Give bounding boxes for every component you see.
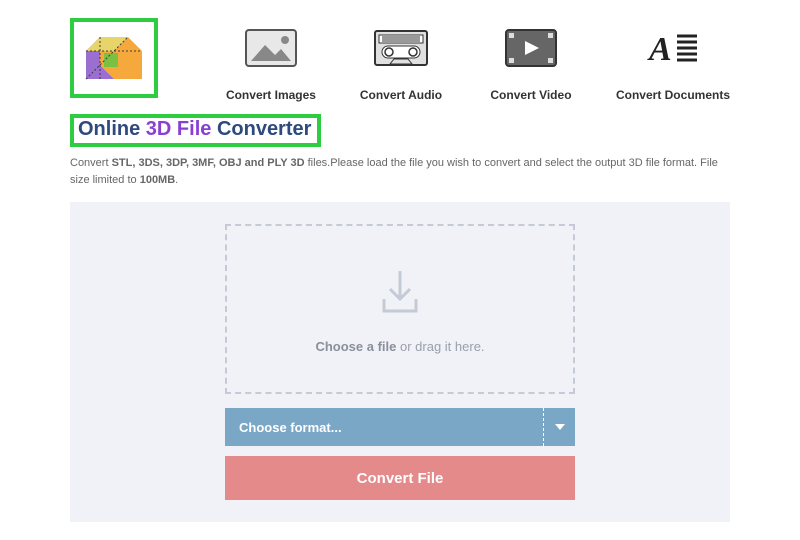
chevron-down-icon — [543, 408, 575, 446]
dropzone-text: Choose a file or drag it here. — [315, 339, 484, 354]
title-part1: Online — [78, 118, 140, 140]
nav-convert-audio[interactable]: Convert Audio — [356, 28, 446, 102]
nav-convert-video[interactable]: Convert Video — [486, 28, 576, 102]
document-icon: A — [647, 28, 699, 68]
video-icon — [505, 28, 557, 68]
page-title-box: Online 3D File Converter — [70, 114, 321, 147]
logo-3d[interactable] — [70, 18, 158, 98]
nav-label: Convert Images — [226, 88, 316, 102]
converter-panel: Choose a file or drag it here. Choose fo… — [70, 202, 730, 522]
title-part3: Converter — [217, 118, 311, 140]
cassette-icon — [374, 28, 428, 68]
format-select[interactable]: Choose format... — [225, 408, 575, 446]
image-icon — [245, 28, 297, 68]
description-text: Convert STL, 3DS, 3DP, 3MF, OBJ and PLY … — [0, 151, 800, 196]
convert-button[interactable]: Convert File — [225, 456, 575, 500]
nav-convert-images[interactable]: Convert Images — [226, 28, 316, 102]
title-part2: 3D File — [146, 118, 212, 140]
nav-label: Convert Audio — [360, 88, 442, 102]
page-title: Online 3D File Converter — [78, 118, 311, 141]
nav-label: Convert Documents — [616, 88, 730, 102]
download-arrow-icon — [372, 265, 428, 321]
svg-text:A: A — [647, 31, 672, 66]
file-dropzone[interactable]: Choose a file or drag it here. — [225, 224, 575, 394]
cube-3d-icon — [82, 29, 146, 87]
format-select-label: Choose format... — [225, 420, 342, 435]
nav-label: Convert Video — [490, 88, 571, 102]
nav-convert-documents[interactable]: A Convert Documents — [616, 28, 730, 102]
